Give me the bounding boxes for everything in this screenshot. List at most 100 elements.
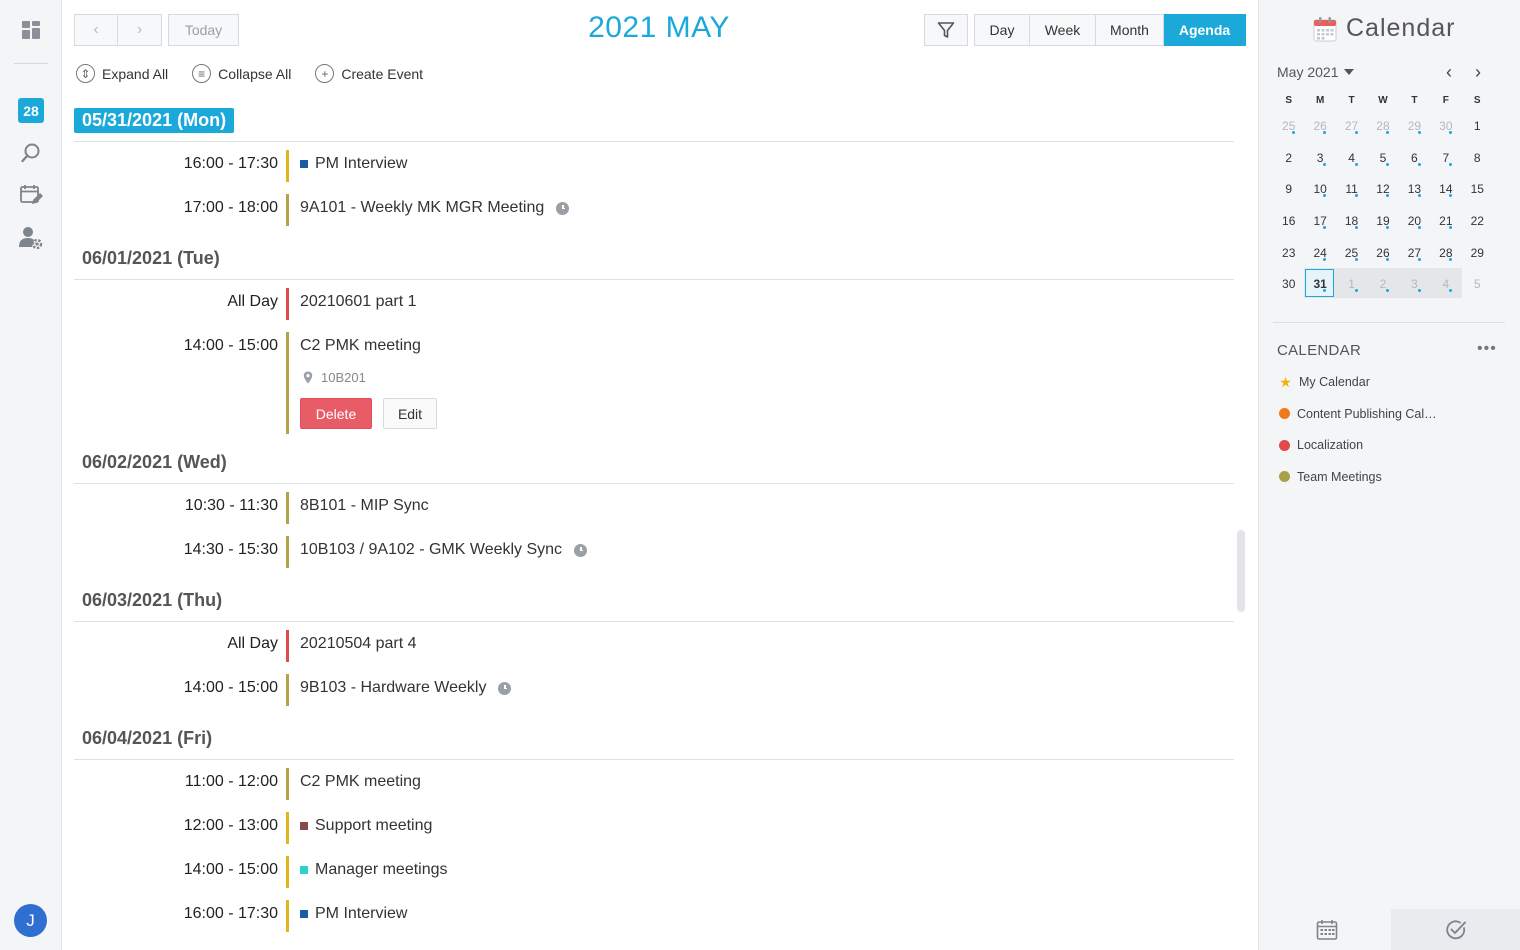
mini-day[interactable]: 25: [1336, 237, 1367, 269]
mini-day[interactable]: 6: [1399, 142, 1430, 174]
event-row[interactable]: 14:30 - 15:30 10B103 / 9A102 - GMK Weekly…: [74, 528, 1234, 572]
event-title-wrap[interactable]: 20210601 part 1: [300, 293, 417, 311]
event-row[interactable]: 12:00 - 13:00 Support meeting: [74, 804, 1234, 848]
mini-day[interactable]: 27: [1399, 237, 1430, 269]
create-event-button[interactable]: + Create Event: [315, 64, 423, 83]
mini-day[interactable]: 29: [1462, 237, 1493, 269]
calendar-tab-button[interactable]: [1303, 914, 1351, 946]
event-title-wrap[interactable]: C2 PMK meeting: [300, 773, 421, 791]
event-row[interactable]: 14:00 - 15:00 C2 PMK meeting 10B201 Delete E…: [74, 324, 1234, 434]
delete-event-button[interactable]: Delete: [300, 398, 372, 429]
mini-day[interactable]: 8: [1462, 142, 1493, 174]
previous-button[interactable]: ‹: [74, 14, 118, 46]
filter-button[interactable]: [924, 14, 968, 46]
mini-next-button[interactable]: ›: [1468, 62, 1488, 82]
tasks-tab-button[interactable]: [1391, 909, 1520, 950]
event-title-wrap[interactable]: Support meeting: [300, 817, 432, 835]
mini-day[interactable]: 18: [1336, 205, 1367, 237]
mini-day[interactable]: 30: [1430, 110, 1461, 142]
mini-day[interactable]: 11: [1336, 173, 1367, 205]
calendar-list-item[interactable]: Team Meetings: [1279, 461, 1499, 493]
mini-day[interactable]: 13: [1399, 173, 1430, 205]
event-title-wrap[interactable]: 20210504 part 4: [300, 635, 417, 653]
event-indicator-dot: [1354, 289, 1358, 293]
mini-day[interactable]: 26: [1367, 237, 1398, 269]
event-row[interactable]: All Day 20210504 part 4: [74, 622, 1234, 666]
calendar-list-item[interactable]: ★ My Calendar: [1279, 366, 1499, 398]
recurring-clock-icon: [498, 681, 512, 695]
expand-all-label: Expand All: [102, 65, 169, 82]
event-title-wrap[interactable]: Manager meetings: [300, 861, 448, 879]
calendar-date-badge[interactable]: 28: [18, 98, 44, 123]
event-row[interactable]: 16:00 - 17:30 PM Interview: [74, 892, 1234, 936]
mini-prev-button[interactable]: ‹: [1439, 62, 1459, 82]
event-title-wrap[interactable]: 10B103 / 9A102 - GMK Weekly Sync: [300, 541, 588, 559]
event-title-wrap[interactable]: PM Interview: [300, 155, 407, 173]
mini-day[interactable]: 3: [1304, 142, 1335, 174]
expand-all-button[interactable]: ⇕ Expand All: [76, 64, 168, 83]
mini-day[interactable]: 27: [1336, 110, 1367, 142]
collapse-all-button[interactable]: ≡ Collapse All: [192, 64, 291, 83]
event-title-wrap[interactable]: C2 PMK meeting: [300, 337, 421, 355]
mini-day[interactable]: 19: [1367, 205, 1398, 237]
dashboard-icon[interactable]: [17, 16, 45, 44]
mini-day[interactable]: 5: [1367, 142, 1398, 174]
view-week-button[interactable]: Week: [1030, 14, 1096, 46]
mini-day[interactable]: 29: [1399, 110, 1430, 142]
mini-day[interactable]: 17: [1304, 205, 1335, 237]
mini-day[interactable]: 4: [1430, 268, 1461, 300]
event-title-wrap[interactable]: 8B101 - MIP Sync: [300, 497, 429, 515]
mini-day[interactable]: 28: [1367, 110, 1398, 142]
view-agenda-button[interactable]: Agenda: [1164, 14, 1246, 46]
mini-day[interactable]: 12: [1367, 173, 1398, 205]
user-avatar[interactable]: J: [14, 904, 47, 937]
mini-day[interactable]: 21: [1430, 205, 1461, 237]
mini-day[interactable]: 1: [1462, 110, 1493, 142]
mini-day[interactable]: 3: [1399, 268, 1430, 300]
mini-day[interactable]: 30: [1273, 268, 1304, 300]
mini-day[interactable]: 2: [1273, 142, 1304, 174]
mini-day[interactable]: 14: [1430, 173, 1461, 205]
event-row[interactable]: 11:00 - 12:00 C2 PMK meeting: [74, 760, 1234, 804]
mini-day[interactable]: 20: [1399, 205, 1430, 237]
mini-day[interactable]: 9: [1273, 173, 1304, 205]
event-title-wrap[interactable]: 9B103 - Hardware Weekly: [300, 679, 512, 697]
mini-day[interactable]: 2: [1367, 268, 1398, 300]
view-day-button[interactable]: Day: [974, 14, 1030, 46]
edit-event-button[interactable]: Edit: [383, 398, 437, 429]
user-settings-icon[interactable]: [17, 224, 45, 252]
mini-day[interactable]: 23: [1273, 237, 1304, 269]
mini-day[interactable]: 7: [1430, 142, 1461, 174]
event-row[interactable]: All Day 20210601 part 1: [74, 280, 1234, 324]
calendar-list-item[interactable]: Localization: [1279, 429, 1499, 461]
event-row[interactable]: 17:00 - 18:00 9A101 - Weekly MK MGR Meeti…: [74, 186, 1234, 230]
event-indicator-dot: [1386, 257, 1390, 261]
today-button[interactable]: Today: [168, 14, 239, 46]
mini-day[interactable]: 25: [1273, 110, 1304, 142]
event-row[interactable]: 14:00 - 15:00 9B103 - Hardware Weekly: [74, 666, 1234, 710]
next-button[interactable]: ›: [118, 14, 162, 46]
calendar-edit-icon[interactable]: [17, 181, 45, 209]
mini-day[interactable]: 15: [1462, 173, 1493, 205]
scrollbar-thumb[interactable]: [1237, 530, 1245, 612]
mini-day[interactable]: 31: [1304, 268, 1335, 300]
calendar-list-more-button[interactable]: •••: [1477, 340, 1497, 358]
mini-day[interactable]: 4: [1336, 142, 1367, 174]
search-icon[interactable]: [17, 139, 45, 167]
day-spacer: [74, 434, 1234, 442]
event-row[interactable]: 14:00 - 15:00 Manager meetings: [74, 848, 1234, 892]
mini-day[interactable]: 16: [1273, 205, 1304, 237]
event-row[interactable]: 10:30 - 11:30 8B101 - MIP Sync: [74, 484, 1234, 528]
event-title-wrap[interactable]: PM Interview: [300, 905, 407, 923]
mini-day[interactable]: 28: [1430, 237, 1461, 269]
mini-day[interactable]: 10: [1304, 173, 1335, 205]
mini-day[interactable]: 5: [1462, 268, 1493, 300]
mini-day[interactable]: 26: [1304, 110, 1335, 142]
calendar-list-item[interactable]: Content Publishing Cal…: [1279, 398, 1499, 430]
view-month-button[interactable]: Month: [1096, 14, 1164, 46]
mini-day[interactable]: 22: [1462, 205, 1493, 237]
event-row[interactable]: 16:00 - 17:30 PM Interview: [74, 142, 1234, 186]
mini-day[interactable]: 24: [1304, 237, 1335, 269]
event-title-wrap[interactable]: 9A101 - Weekly MK MGR Meeting: [300, 199, 570, 217]
mini-day[interactable]: 1: [1336, 268, 1367, 300]
